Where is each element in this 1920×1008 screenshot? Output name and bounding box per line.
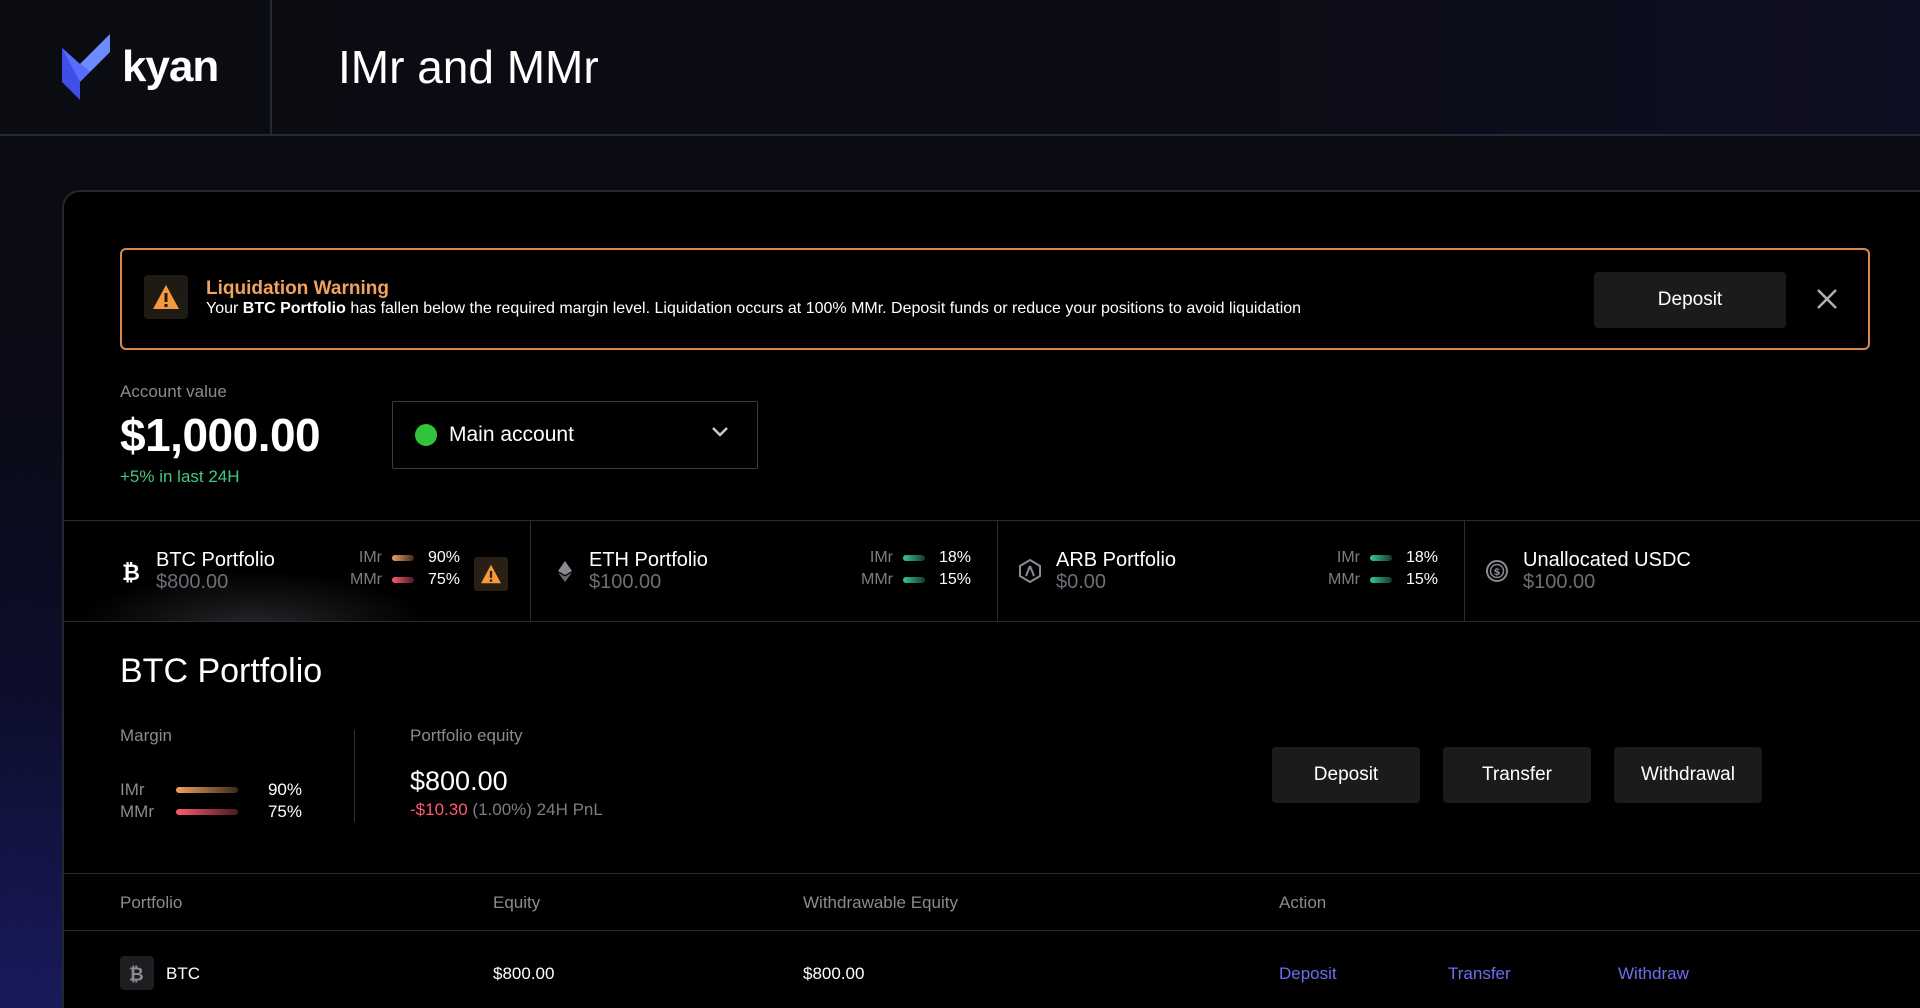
bitcoin-icon: ₿ xyxy=(122,561,140,583)
account-value-label: Account value xyxy=(120,382,227,401)
imr-row: IMr 18% xyxy=(857,549,971,567)
warning-message-suffix: has fallen below the required margin lev… xyxy=(345,300,1302,317)
margin-label: Margin xyxy=(120,726,172,745)
pnl-label: 24H PnL xyxy=(536,800,603,819)
pnl-value: -$10.30 xyxy=(410,800,468,819)
logo-text: kyan xyxy=(122,42,219,91)
imr-bar xyxy=(903,555,925,561)
close-icon[interactable] xyxy=(1814,286,1840,312)
column-header-action: Action xyxy=(1279,893,1327,912)
card-name: BTC Portfolio xyxy=(156,549,275,571)
equity-value: $800.00 xyxy=(410,766,508,796)
imr-row: IMr 90% xyxy=(120,780,302,800)
mmr-label: MMr xyxy=(350,571,382,588)
section-title: BTC Portfolio xyxy=(120,652,323,690)
imr-value: 18% xyxy=(1405,549,1438,566)
column-header-equity: Equity xyxy=(493,893,541,912)
kyan-logo-icon xyxy=(62,34,110,100)
deposit-button[interactable]: Deposit xyxy=(1272,747,1420,803)
equity-label: Portfolio equity xyxy=(410,726,523,745)
column-header-withdrawable-equity: Withdrawable Equity xyxy=(803,893,958,912)
chevron-down-icon xyxy=(712,427,728,437)
mmr-label: MMr xyxy=(1328,571,1360,588)
liquidation-warning-banner: Liquidation Warning Your BTC Portfolio h… xyxy=(120,248,1870,350)
portfolio-card-usdc[interactable]: $ Unallocated USDC $100.00 xyxy=(1465,521,1920,621)
portfolio-card-btc[interactable]: ₿ BTC Portfolio $800.00 IMr 90% MMr 75% xyxy=(64,521,531,621)
mmr-bar xyxy=(1370,577,1392,583)
imr-row: IMr 18% xyxy=(1324,549,1438,567)
mmr-value: 75% xyxy=(427,571,460,588)
warning-message-prefix: Your xyxy=(206,300,243,317)
ethereum-icon xyxy=(558,561,572,582)
portfolio-card-arb[interactable]: ARB Portfolio $0.00 IMr 18% MMr 15% xyxy=(998,521,1465,621)
imr-value: 90% xyxy=(427,549,460,566)
card-name: ETH Portfolio xyxy=(589,549,708,571)
warning-icon xyxy=(144,275,188,319)
card-amount: $100.00 xyxy=(589,571,662,593)
row-deposit-link[interactable]: Deposit xyxy=(1279,964,1337,984)
mmr-row: MMr 15% xyxy=(1324,571,1438,589)
transfer-button[interactable]: Transfer xyxy=(1443,747,1591,803)
page-title: IMr and MMr xyxy=(338,41,599,93)
imr-bar xyxy=(176,787,238,793)
row-equity: $800.00 xyxy=(493,964,555,983)
imr-label: IMr xyxy=(1336,549,1360,566)
warning-message: Your BTC Portfolio has fallen below the … xyxy=(206,300,1301,318)
usdc-icon: $ xyxy=(1486,560,1508,582)
mmr-row: MMr 75% xyxy=(120,802,302,822)
imr-value: 18% xyxy=(938,549,971,566)
account-value: $1,000.00 xyxy=(120,409,321,461)
card-amount: $800.00 xyxy=(156,571,229,593)
mmr-row: MMr 15% xyxy=(857,571,971,589)
mmr-label: MMr xyxy=(861,571,893,588)
row-withdraw-link[interactable]: Withdraw xyxy=(1618,964,1689,984)
row-portfolio: BTC xyxy=(166,964,200,983)
imr-value: 90% xyxy=(267,780,302,799)
mmr-bar xyxy=(903,577,925,583)
portfolio-cards: ₿ BTC Portfolio $800.00 IMr 90% MMr 75% … xyxy=(64,520,1920,622)
row-withdrawable-equity: $800.00 xyxy=(803,964,865,983)
withdrawal-button[interactable]: Withdrawal xyxy=(1614,747,1762,803)
svg-text:₿: ₿ xyxy=(122,561,140,583)
divider xyxy=(354,730,355,822)
warning-title: Liquidation Warning xyxy=(206,278,389,299)
table-divider xyxy=(64,930,1920,931)
card-name: Unallocated USDC xyxy=(1523,549,1691,571)
imr-bar xyxy=(392,555,414,561)
imr-bar xyxy=(1370,555,1392,561)
arbitrum-icon xyxy=(1019,559,1041,583)
row-transfer-link[interactable]: Transfer xyxy=(1448,964,1511,984)
account-change: +5% in last 24H xyxy=(120,467,240,486)
pnl-percent: (1.00%) xyxy=(472,800,532,819)
logo[interactable]: kyan xyxy=(0,0,272,134)
warning-deposit-button[interactable]: Deposit xyxy=(1594,272,1786,328)
imr-label: IMr xyxy=(120,780,145,799)
account-selector[interactable]: Main account xyxy=(392,401,758,469)
column-header-portfolio: Portfolio xyxy=(120,893,183,912)
imr-label: IMr xyxy=(869,549,893,566)
warning-icon xyxy=(474,557,508,591)
account-selector-label: Main account xyxy=(449,423,574,446)
warning-message-portfolio: BTC Portfolio xyxy=(242,300,346,317)
pnl: -$10.30 (1.00%) 24H PnL xyxy=(410,800,603,820)
card-amount: $100.00 xyxy=(1523,571,1596,593)
status-dot xyxy=(415,424,437,446)
mmr-bar xyxy=(176,809,238,815)
imr-row: IMr 90% xyxy=(346,549,460,567)
mmr-bar xyxy=(392,577,414,583)
mmr-value: 75% xyxy=(267,802,302,821)
bitcoin-icon: ₿ xyxy=(120,956,154,990)
mmr-row: MMr 75% xyxy=(346,571,460,589)
portfolio-card-eth[interactable]: ETH Portfolio $100.00 IMr 18% MMr 15% xyxy=(531,521,998,621)
svg-text:$: $ xyxy=(1494,567,1501,578)
card-amount: $0.00 xyxy=(1056,571,1107,593)
card-name: ARB Portfolio xyxy=(1056,549,1177,571)
mmr-label: MMr xyxy=(120,802,154,821)
mmr-value: 15% xyxy=(938,571,971,588)
table-divider xyxy=(64,873,1920,874)
svg-text:₿: ₿ xyxy=(129,964,144,984)
mmr-value: 15% xyxy=(1405,571,1438,588)
imr-label: IMr xyxy=(358,549,382,566)
top-header: kyan IMr and MMr xyxy=(0,0,1920,136)
